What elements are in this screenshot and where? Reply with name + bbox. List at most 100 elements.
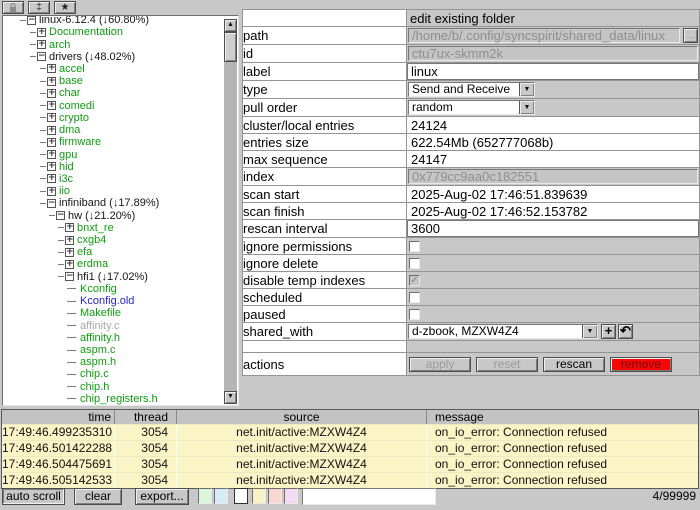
- expand-toggle-icon[interactable]: −: [27, 16, 36, 25]
- tree-item[interactable]: + firmware: [3, 136, 225, 148]
- log-level-swatch-error[interactable]: [268, 488, 282, 504]
- expand-toggle-icon[interactable]: +: [47, 150, 56, 159]
- expand-toggle-icon[interactable]: +: [37, 28, 46, 37]
- id-input: ctu7ux-skmm2k: [408, 46, 698, 61]
- log-level-swatch-debug[interactable]: [214, 488, 228, 504]
- tree-item[interactable]: Kconfig.old: [3, 295, 225, 307]
- tree-item[interactable]: chip.h: [3, 381, 225, 393]
- tree-item[interactable]: Kconfig: [3, 283, 225, 295]
- type-select[interactable]: Send and Receive ▼: [408, 82, 535, 97]
- chevron-down-icon[interactable]: ▼: [519, 101, 534, 114]
- tree-item[interactable]: affinity.c: [3, 319, 225, 331]
- log-level-swatch-critical[interactable]: [284, 488, 298, 504]
- expand-toggle-icon[interactable]: +: [47, 187, 56, 196]
- expand-toggle-icon[interactable]: −: [47, 199, 56, 208]
- rescan-interval-input[interactable]: [408, 221, 698, 236]
- expand-toggle-icon[interactable]: +: [47, 162, 56, 171]
- expand-toggle-icon[interactable]: −: [37, 52, 46, 61]
- tree-item[interactable]: + dma: [3, 124, 225, 136]
- log-col-thread[interactable]: thread: [115, 410, 177, 424]
- log-filter-input[interactable]: [302, 488, 436, 505]
- expand-toggle-icon[interactable]: +: [47, 113, 56, 122]
- tree-item[interactable]: + char: [3, 87, 225, 99]
- tree-item[interactable]: + comedi: [3, 100, 225, 112]
- tree-item[interactable]: Makefile: [3, 307, 225, 319]
- expand-toggle-icon[interactable]: +: [47, 174, 56, 183]
- ignore-permissions-checkbox[interactable]: [409, 241, 420, 252]
- log-row[interactable]: 17:49:46.505142533 3054 net.init/active:…: [2, 472, 698, 488]
- expand-toggle-icon[interactable]: +: [65, 223, 74, 232]
- auto-scroll-button[interactable]: auto scroll: [2, 488, 65, 505]
- tree-item[interactable]: aspm.c: [3, 344, 225, 356]
- expand-toggle-icon[interactable]: −: [65, 272, 74, 281]
- pull-order-select[interactable]: random ▼: [408, 100, 535, 115]
- tree-item[interactable]: chip.c: [3, 368, 225, 380]
- log-level-swatch-warn[interactable]: [252, 488, 266, 504]
- tree-item[interactable]: − hfi1 (↓17.02%): [3, 271, 225, 283]
- tree-item[interactable]: + Documentation: [3, 26, 225, 38]
- log-row[interactable]: 17:49:46.504475691 3054 net.init/active:…: [2, 456, 698, 472]
- remove-button[interactable]: remove: [610, 357, 672, 372]
- expand-toggle-icon[interactable]: +: [47, 64, 56, 73]
- tree-item[interactable]: + i3c: [3, 173, 225, 185]
- log-row[interactable]: 17:49:46.499235310 3054 net.init/active:…: [2, 424, 698, 440]
- scheduled-checkbox[interactable]: [409, 292, 420, 303]
- tree-item[interactable]: − linux-6.12.4 (↓60.80%): [3, 15, 225, 26]
- expand-toggle-icon[interactable]: +: [47, 77, 56, 86]
- tree-item[interactable]: + accel: [3, 63, 225, 75]
- tree-item[interactable]: − drivers (↓48.02%): [3, 51, 225, 63]
- tree-item[interactable]: − infiniband (↓17.89%): [3, 197, 225, 209]
- tree-item[interactable]: + erdma: [3, 258, 225, 270]
- scroll-down-icon[interactable]: ▼: [224, 391, 237, 404]
- ignore-delete-checkbox[interactable]: [409, 258, 420, 269]
- rescan-button[interactable]: rescan: [543, 357, 605, 372]
- tree-item[interactable]: aspm.h: [3, 356, 225, 368]
- tree-item[interactable]: + crypto: [3, 112, 225, 124]
- expand-toggle-icon[interactable]: +: [47, 101, 56, 110]
- chevron-down-icon[interactable]: ▼: [519, 83, 534, 96]
- add-share-button[interactable]: +: [601, 324, 616, 339]
- tree-item[interactable]: − hw (↓21.20%): [3, 210, 225, 222]
- tree-item[interactable]: + cxgb4: [3, 234, 225, 246]
- expand-toggle-icon[interactable]: +: [65, 236, 74, 245]
- log-col-message[interactable]: message: [427, 410, 698, 424]
- tree-item[interactable]: chip_registers.h: [3, 393, 225, 405]
- scrollbar-thumb[interactable]: [224, 32, 237, 62]
- expand-toggle-icon[interactable]: −: [56, 211, 65, 220]
- tree-item[interactable]: + iio: [3, 185, 225, 197]
- tree-item[interactable]: affinity.h: [3, 332, 225, 344]
- expand-toggle-icon[interactable]: +: [47, 138, 56, 147]
- log-col-source[interactable]: source: [177, 410, 427, 424]
- apply-button[interactable]: apply: [409, 357, 471, 372]
- lock-button[interactable]: [2, 1, 24, 14]
- tree-item[interactable]: + hid: [3, 161, 225, 173]
- favorites-button[interactable]: ★: [54, 1, 76, 14]
- log-cell-time: 17:49:46.504475691: [2, 457, 115, 472]
- label-input[interactable]: [408, 64, 698, 79]
- expand-all-button[interactable]: ‡: [28, 1, 50, 14]
- expand-toggle-icon[interactable]: +: [47, 126, 56, 135]
- tree-item[interactable]: + efa: [3, 246, 225, 258]
- log-level-swatch-trace[interactable]: [198, 488, 212, 504]
- log-level-swatch-info[interactable]: [234, 488, 248, 504]
- undo-share-button[interactable]: ↶: [618, 324, 633, 339]
- browse-button[interactable]: ...: [683, 28, 698, 43]
- tree-item[interactable]: + arch: [3, 38, 225, 50]
- tree-item[interactable]: + base: [3, 75, 225, 87]
- clear-button[interactable]: clear: [74, 488, 122, 505]
- log-col-time[interactable]: time: [2, 410, 115, 424]
- expand-toggle-icon[interactable]: +: [65, 260, 74, 269]
- expand-toggle-icon[interactable]: +: [37, 40, 46, 49]
- scroll-up-icon[interactable]: ▲: [224, 19, 237, 32]
- log-row[interactable]: 17:49:46.501422288 3054 net.init/active:…: [2, 440, 698, 456]
- expand-toggle-icon[interactable]: +: [47, 89, 56, 98]
- shared-with-select[interactable]: d-zbook, MZXW4Z4 ▼: [408, 324, 598, 339]
- paused-checkbox[interactable]: [409, 309, 420, 320]
- tree-item[interactable]: + bnxt_re: [3, 222, 225, 234]
- tree-scrollbar[interactable]: ▲ ▼: [224, 19, 237, 404]
- chevron-down-icon[interactable]: ▼: [582, 325, 597, 338]
- export-button[interactable]: export...: [135, 488, 189, 505]
- tree-item[interactable]: + gpu: [3, 148, 225, 160]
- reset-button[interactable]: reset: [476, 357, 538, 372]
- expand-toggle-icon[interactable]: +: [65, 248, 74, 257]
